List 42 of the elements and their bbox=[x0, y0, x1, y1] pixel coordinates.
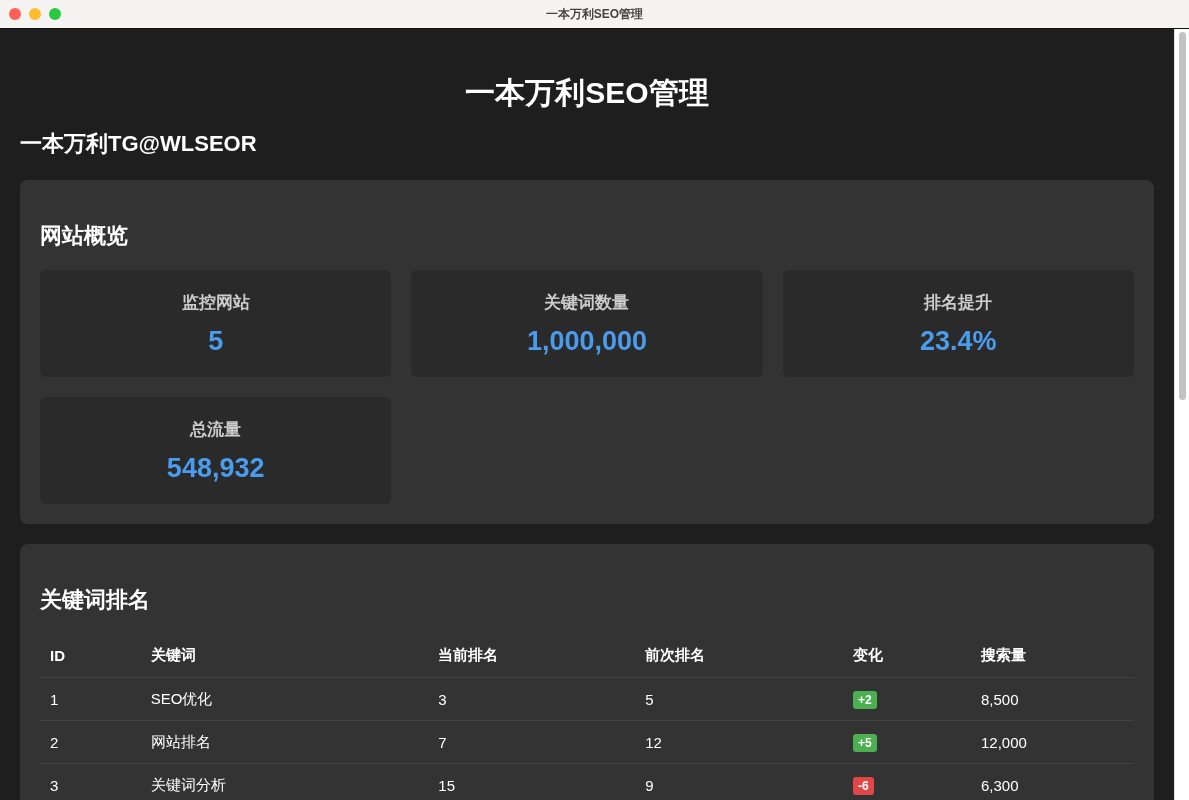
change-badge: +5 bbox=[853, 733, 877, 752]
change-badge: +2 bbox=[853, 690, 877, 709]
column-header: 关键词 bbox=[140, 634, 429, 678]
column-header: 前次排名 bbox=[635, 634, 843, 678]
table-cell: 关键词分析 bbox=[140, 763, 429, 800]
column-header: 变化 bbox=[843, 634, 971, 678]
table-cell: SEO优化 bbox=[140, 677, 429, 721]
change-badge: -6 bbox=[853, 776, 874, 795]
stat-value: 23.4% bbox=[920, 325, 997, 357]
column-header: 当前排名 bbox=[428, 634, 636, 678]
table-cell: 6,300 bbox=[970, 763, 1134, 800]
column-header: ID bbox=[40, 634, 141, 678]
window-title: 一本万利SEO管理 bbox=[545, 6, 644, 21]
section-title: 网站概览 bbox=[40, 222, 128, 250]
scrollbar[interactable] bbox=[1174, 29, 1189, 800]
table-cell: 8,500 bbox=[970, 677, 1134, 721]
zoom-button[interactable] bbox=[49, 8, 61, 20]
stat-label: 监控网站 bbox=[181, 291, 250, 314]
subheading: 一本万利TG@WLSEOR bbox=[20, 130, 258, 158]
table-cell: 2 bbox=[40, 720, 141, 764]
stat-value: 1,000,000 bbox=[526, 325, 648, 357]
stat-value: 548,932 bbox=[166, 452, 265, 484]
section-title: 关键词排名 bbox=[40, 586, 150, 614]
stat-label: 总流量 bbox=[190, 418, 242, 441]
scrollbar-thumb[interactable] bbox=[1178, 32, 1186, 400]
close-button[interactable] bbox=[9, 8, 21, 20]
stat-label: 排名提升 bbox=[924, 291, 993, 314]
stat-value: 5 bbox=[208, 325, 224, 357]
table-cell: 12 bbox=[635, 720, 843, 764]
column-header: 搜索量 bbox=[970, 634, 1134, 678]
stat-label: 关键词数量 bbox=[544, 291, 630, 314]
table-cell: 3 bbox=[428, 677, 636, 721]
table-cell: 1 bbox=[40, 677, 141, 721]
table-cell: 网站排名 bbox=[140, 720, 429, 764]
minimize-button[interactable] bbox=[29, 8, 41, 20]
table-cell: 15 bbox=[428, 763, 636, 800]
table-cell: 5 bbox=[635, 677, 843, 721]
page-heading: 一本万利SEO管理 bbox=[464, 75, 710, 111]
table-cell: 12,000 bbox=[970, 720, 1134, 764]
table-cell: 9 bbox=[635, 763, 843, 800]
table-cell: 3 bbox=[40, 763, 141, 800]
table-cell: 7 bbox=[428, 720, 636, 764]
